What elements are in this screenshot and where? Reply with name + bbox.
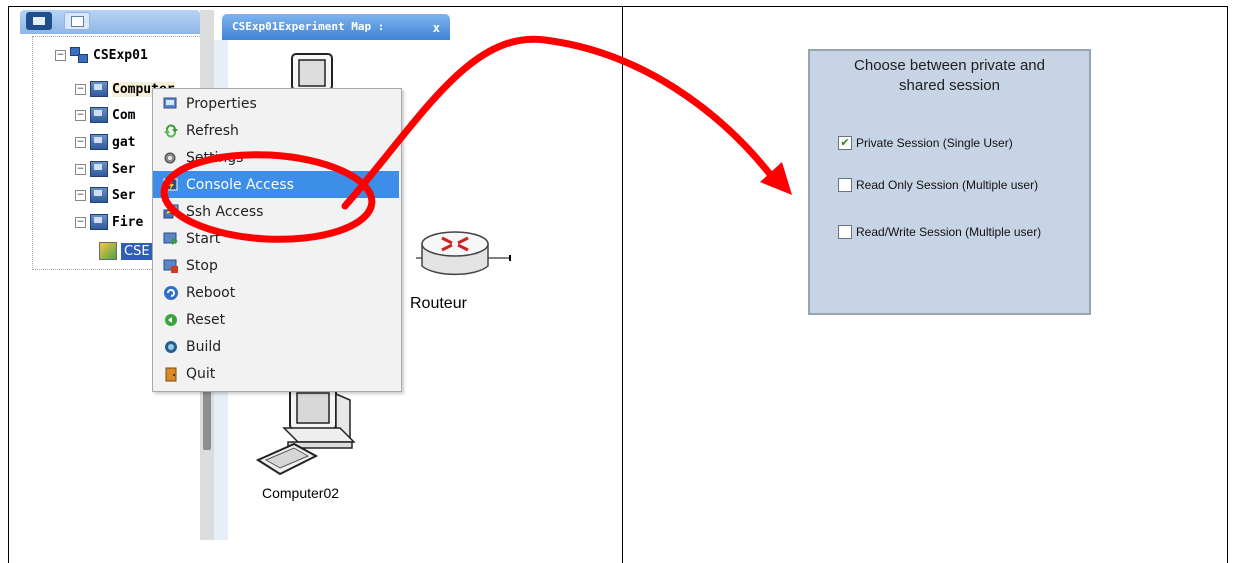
tree-item-label: Ser [112,161,136,177]
option-label: Private Session (Single User) [856,136,1013,150]
tree-root[interactable]: − CSExp01 [55,45,148,65]
menu-item-quit[interactable]: Quit [153,360,399,387]
network-icon [70,47,88,63]
menu-item-label: Properties [186,95,257,112]
properties-icon [163,96,179,112]
start-icon [163,231,179,247]
collapse-icon[interactable]: − [75,136,86,148]
menu-item-refresh[interactable]: Refresh [153,117,399,144]
build-icon [163,339,179,355]
collapse-icon[interactable]: − [75,216,86,228]
option-read-only-session[interactable]: Read Only Session (Multiple user) [838,178,1038,192]
computer-icon [90,81,108,97]
frame-right-border [1227,6,1228,563]
map-icon [99,242,117,260]
menu-item-label: Start [186,230,221,247]
collapse-icon[interactable]: − [75,109,86,121]
frame-top-border [8,6,1228,7]
computer-icon [90,161,108,177]
collapse-icon[interactable]: − [75,163,86,175]
tree-item[interactable]: − Fire [75,212,143,232]
tree-item[interactable]: − Ser [75,159,135,179]
menu-item-label: Stop [186,257,218,274]
checkbox-icon[interactable] [838,225,852,239]
menu-item-reboot[interactable]: Reboot [153,279,399,306]
tree-item[interactable]: − Ser [75,185,135,205]
checkbox-icon[interactable] [838,178,852,192]
menu-item-settings[interactable]: Settings [153,144,399,171]
tree-item-label: gat [112,134,136,150]
console-icon [163,177,179,193]
tree-item-label: Com [112,107,136,123]
option-private-session[interactable]: ✔ Private Session (Single User) [838,136,1013,150]
reboot-icon [163,285,179,301]
computer-icon [90,134,108,150]
tree-item-selected[interactable]: CSE [99,241,153,261]
tree-item-label: Fire [112,214,144,230]
context-menu: Properties Refresh Settings Console Acce… [152,88,402,392]
computer-label: Computer02 [262,485,340,501]
tree-item[interactable]: − gat [75,132,135,152]
ssh-icon [163,204,179,220]
menu-item-stop[interactable]: Stop [153,252,399,279]
collapse-icon[interactable]: − [75,83,86,95]
menu-item-console-access[interactable]: Console Access [153,171,399,198]
session-dialog-title: Choose between private and shared sessio… [810,56,1089,96]
computer-icon [90,214,108,230]
option-label: Read Only Session (Multiple user) [856,178,1039,192]
terminal-tab-icon[interactable] [26,12,52,30]
tree-item[interactable]: − Com [75,105,135,125]
tree-item-label: Ser [112,187,136,203]
refresh-icon [163,123,179,139]
panel-tab-bar [20,10,200,34]
computer-icon [90,187,108,203]
quit-icon [163,366,179,382]
option-label: Read/Write Session (Multiple user) [856,225,1042,239]
session-dialog: Choose between private and shared sessio… [808,49,1091,315]
collapse-icon[interactable]: − [75,189,86,201]
tree-item-label: CSE [121,242,153,260]
frame-left-border [8,6,9,563]
reset-icon [163,312,179,328]
menu-item-label: Reboot [186,284,236,301]
menu-item-label: Reset [186,311,226,328]
stop-icon [163,258,179,274]
menu-item-label: Build [186,338,222,355]
router-label: Routeur [410,295,467,312]
menu-item-reset[interactable]: Reset [153,306,399,333]
computer-icon [90,107,108,123]
tab-title: CSExp01Experiment Map : [232,20,385,33]
menu-item-start[interactable]: Start [153,225,399,252]
window-tab-icon[interactable] [64,12,90,30]
menu-item-ssh-access[interactable]: Ssh Access [153,198,399,225]
settings-icon [163,150,179,166]
menu-item-label: Ssh Access [186,203,264,220]
session-title-line2: shared session [899,77,1000,94]
menu-item-label: Console Access [186,176,294,193]
router-device-icon[interactable] [416,228,512,286]
menu-item-label: Refresh [186,122,239,139]
computer-device-icon[interactable] [254,382,364,482]
checkbox-checked-icon[interactable]: ✔ [838,136,852,150]
computer-device-icon[interactable] [286,52,346,92]
option-read-write-session[interactable]: Read/Write Session (Multiple user) [838,225,1041,239]
tab-experiment-map[interactable]: CSExp01Experiment Map : x [222,14,450,40]
collapse-icon[interactable]: − [55,49,66,61]
menu-item-label: Settings [186,149,244,166]
menu-item-properties[interactable]: Properties [153,90,399,117]
close-icon[interactable]: x [433,15,440,41]
scrollbar-thumb[interactable] [203,390,211,450]
tree-root-label: CSExp01 [93,47,148,63]
menu-item-build[interactable]: Build [153,333,399,360]
session-title-line1: Choose between private and [854,57,1045,74]
frame-divider [622,6,623,563]
arrow-head-icon [760,162,792,195]
annotation-arrow-line [341,35,777,210]
menu-item-label: Quit [186,365,216,382]
